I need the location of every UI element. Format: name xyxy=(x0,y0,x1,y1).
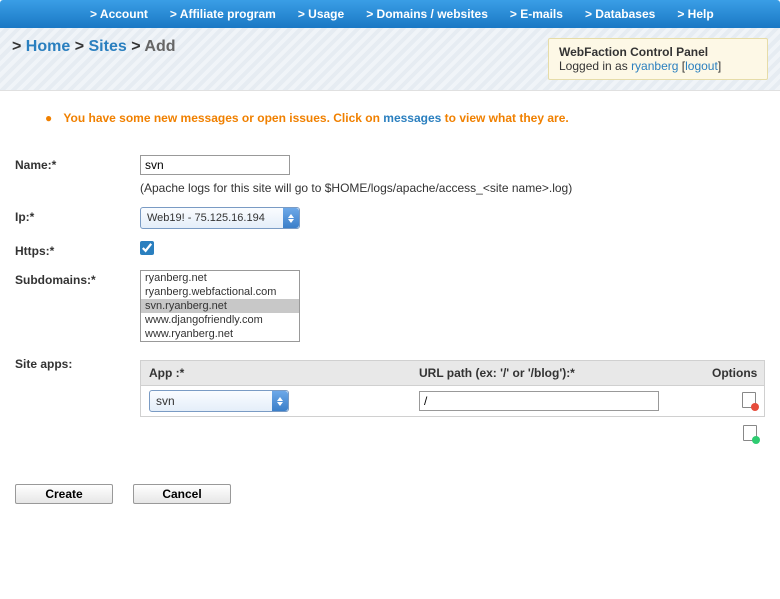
logout-link[interactable]: logout xyxy=(685,59,718,73)
col-head-url: URL path (ex: '/' or '/blog'):* xyxy=(411,361,704,385)
login-title: WebFaction Control Panel xyxy=(559,45,757,59)
add-row-icon[interactable] xyxy=(743,425,757,441)
login-prefix: Logged in as xyxy=(559,59,631,73)
apps-row: svn xyxy=(140,385,765,417)
subdomains-listbox[interactable]: ryanberg.net ryanberg.webfactional.com s… xyxy=(140,270,300,342)
col-head-options: Options xyxy=(704,361,764,385)
bullet-icon: ● xyxy=(45,111,52,125)
label-subdomains: Subdomains:* xyxy=(15,270,140,287)
nav-help[interactable]: > Help xyxy=(677,7,713,21)
list-item[interactable]: www.djangofriendly.com xyxy=(141,313,299,327)
login-user[interactable]: ryanberg xyxy=(631,59,678,73)
ip-value: Web19! - 75.125.16.194 xyxy=(147,212,265,224)
notice: ● You have some new messages or open iss… xyxy=(45,111,765,125)
cancel-button[interactable]: Cancel xyxy=(133,484,231,504)
list-item[interactable]: www.ryanberg.net xyxy=(141,327,299,341)
app-value: svn xyxy=(156,394,175,408)
list-item[interactable]: ryanberg.webfactional.com xyxy=(141,285,299,299)
notice-messages-link[interactable]: messages xyxy=(383,111,441,125)
nav-domains[interactable]: > Domains / websites xyxy=(366,7,488,21)
label-siteapps: Site apps: xyxy=(15,354,140,371)
nav-usage[interactable]: > Usage xyxy=(298,7,344,21)
nav-databases[interactable]: > Databases xyxy=(585,7,655,21)
create-button[interactable]: Create xyxy=(15,484,113,504)
col-head-app: App :* xyxy=(141,361,411,385)
label-name: Name:* xyxy=(15,155,140,172)
list-item[interactable]: ryanberg.net xyxy=(141,271,299,285)
https-checkbox[interactable] xyxy=(140,241,154,255)
label-ip: Ip:* xyxy=(15,207,140,224)
url-input[interactable] xyxy=(419,391,659,411)
ip-select[interactable]: Web19! - 75.125.16.194 xyxy=(140,207,300,229)
breadcrumb-add: Add xyxy=(144,38,175,55)
name-input[interactable] xyxy=(140,155,290,175)
apps-header: App :* URL path (ex: '/' or '/blog'):* O… xyxy=(140,360,765,385)
breadcrumb-home[interactable]: Home xyxy=(26,38,70,55)
remove-row-icon[interactable] xyxy=(742,392,756,408)
dropdown-arrows-icon xyxy=(272,391,288,411)
nav-affiliate[interactable]: > Affiliate program xyxy=(170,7,276,21)
top-nav: > Account > Affiliate program > Usage > … xyxy=(0,0,780,28)
name-hint: (Apache logs for this site will go to $H… xyxy=(140,181,765,195)
list-item[interactable]: svn.ryanberg.net xyxy=(141,299,299,313)
breadcrumb-sites[interactable]: Sites xyxy=(89,38,127,55)
header-bar: > Home > Sites > Add WebFaction Control … xyxy=(0,28,780,91)
notice-post: to view what they are. xyxy=(441,111,568,125)
app-select[interactable]: svn xyxy=(149,390,289,412)
dropdown-arrows-icon xyxy=(283,208,299,228)
nav-emails[interactable]: > E-mails xyxy=(510,7,563,21)
notice-pre: You have some new messages or open issue… xyxy=(63,111,383,125)
login-box: WebFaction Control Panel Logged in as ry… xyxy=(548,38,768,80)
breadcrumb: > Home > Sites > Add xyxy=(12,38,176,56)
label-https: Https:* xyxy=(15,241,140,258)
nav-account[interactable]: > Account xyxy=(90,7,148,21)
